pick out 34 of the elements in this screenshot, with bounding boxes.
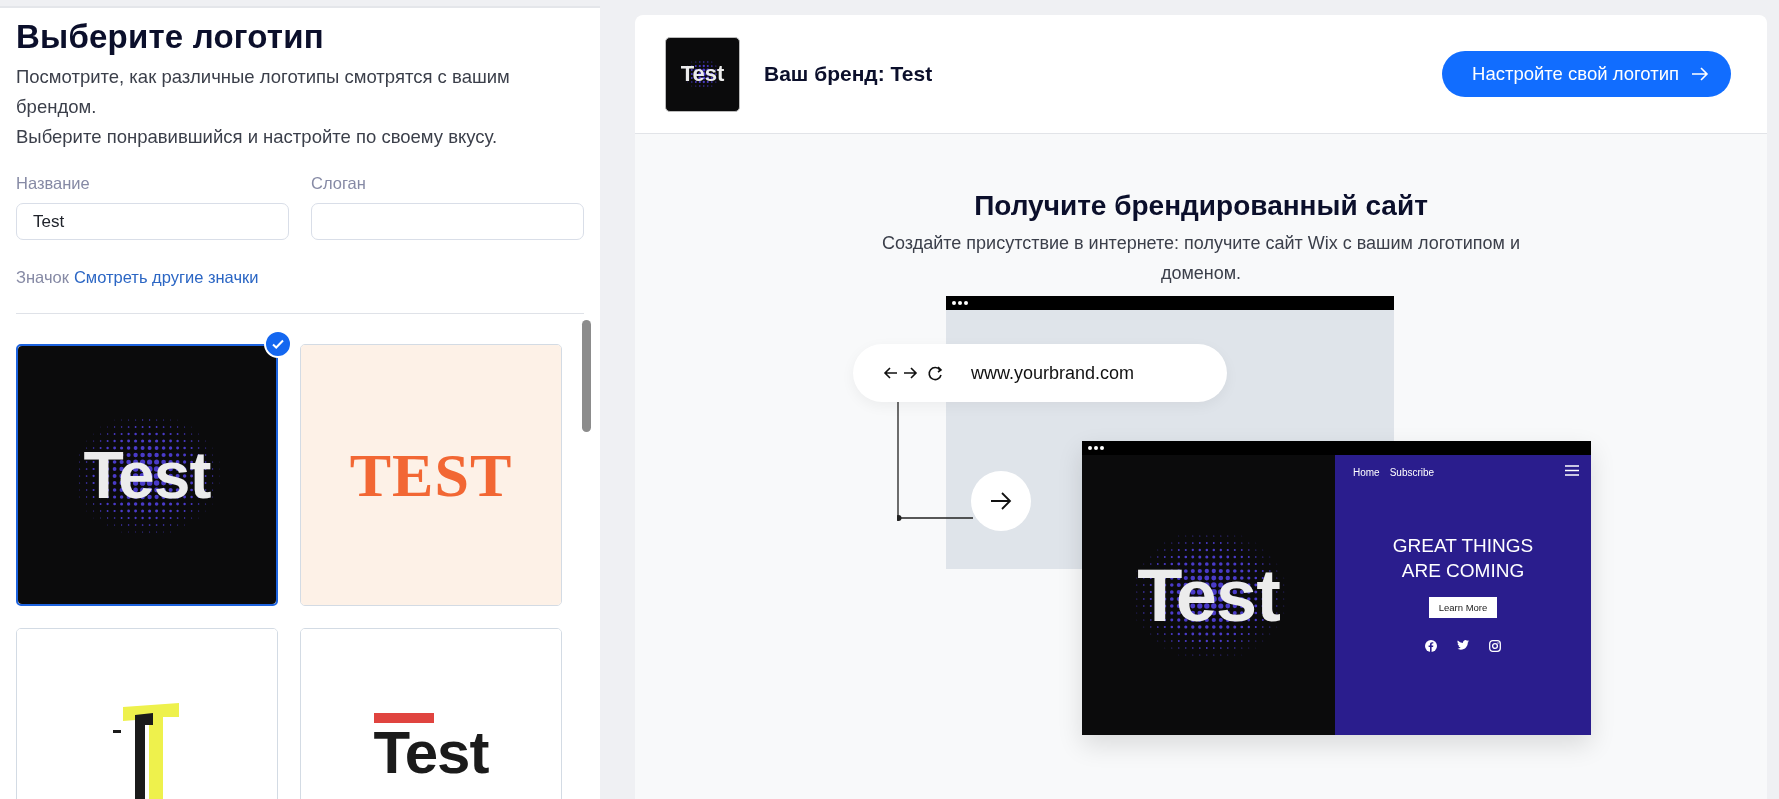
nav-link[interactable]: Subscribe xyxy=(1389,467,1435,478)
url-text: www.yourbrand.com xyxy=(971,362,1135,384)
intro-text: Посмотрите, как различные логотипы смотрятся с вашим брендом. xyxy=(16,65,511,119)
check-icon xyxy=(264,330,292,358)
logo-card[interactable]: Test xyxy=(300,628,562,799)
learn-more-button[interactable]: Learn More xyxy=(1428,597,1498,618)
intro-text: Выберите понравившийся и настройте по своему вкусу. xyxy=(16,125,499,149)
logo-text: Test xyxy=(1137,552,1280,638)
icon-label: Значок xyxy=(16,268,69,287)
menu-icon[interactable] xyxy=(1565,465,1579,476)
promo-subtitle: Создайте присутствие в интернете: получите сайт Wix с вашим логотипом и доменом. xyxy=(881,232,1521,285)
arrow-icon xyxy=(1691,67,1709,81)
field-label: Слоган xyxy=(311,174,367,193)
input-field[interactable] xyxy=(311,203,584,240)
promo-title: Получите брендированный сайт xyxy=(974,190,1428,222)
accent-bar xyxy=(373,713,434,723)
page-title: Выберите логотип xyxy=(16,18,325,56)
customize-button[interactable]: Настройте свой логотип xyxy=(1442,51,1731,97)
instagram-icon[interactable] xyxy=(1489,640,1501,652)
field-label: Название xyxy=(16,174,91,193)
scrollbar-thumb[interactable] xyxy=(582,320,591,432)
twitter-icon[interactable] xyxy=(1457,640,1469,650)
logo-text: TEST xyxy=(349,439,513,511)
logo-card[interactable]: Test xyxy=(16,344,278,606)
logo-text: Test xyxy=(373,723,489,783)
logo-text: Test xyxy=(680,61,725,87)
facebook-icon[interactable] xyxy=(1425,640,1437,652)
logo-text: Test xyxy=(83,437,211,513)
input-field[interactable]: Test xyxy=(16,203,289,240)
nav-link[interactable]: Home xyxy=(1353,467,1380,478)
site-headline: GREAT THINGS ARE COMING xyxy=(1391,534,1535,583)
navigation-icon xyxy=(883,364,945,382)
brand-name: Ваш бренд: Test xyxy=(764,62,934,86)
more-icons-link[interactable]: Смотреть другие значки xyxy=(73,268,259,287)
